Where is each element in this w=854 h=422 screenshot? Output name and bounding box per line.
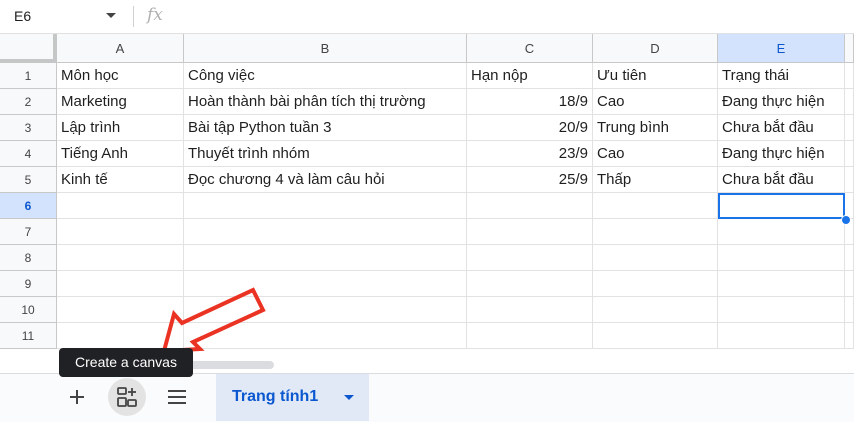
fx-icon: fx xyxy=(147,5,163,25)
cell-d5[interactable]: Thấp xyxy=(593,167,718,193)
column-header-overflow xyxy=(845,34,854,63)
row-header-4[interactable]: 4 xyxy=(0,141,57,167)
cell-overflow xyxy=(845,141,854,167)
cell-overflow xyxy=(845,245,854,271)
cell-a10[interactable] xyxy=(57,297,184,323)
cell-c6[interactable] xyxy=(467,193,593,219)
sheet-tab-label: Trang tính1 xyxy=(232,388,319,405)
cell-d7[interactable] xyxy=(593,219,718,245)
row-header-10[interactable]: 10 xyxy=(0,297,57,323)
cell-b10[interactable] xyxy=(184,297,467,323)
cell-a4[interactable]: Tiếng Anh xyxy=(57,141,184,167)
cell-b4[interactable]: Thuyết trình nhóm xyxy=(184,141,467,167)
cell-a2[interactable]: Marketing xyxy=(57,89,184,115)
selected-cell-outline xyxy=(718,193,845,219)
cell-c5[interactable]: 25/9 xyxy=(467,167,593,193)
cell-b8[interactable] xyxy=(184,245,467,271)
row-header-1[interactable]: 1 xyxy=(0,63,57,89)
cell-e9[interactable] xyxy=(718,271,845,297)
cell-e8[interactable] xyxy=(718,245,845,271)
create-canvas-button[interactable] xyxy=(108,378,146,416)
cell-b1[interactable]: Công việc xyxy=(184,63,467,89)
cell-overflow xyxy=(845,63,854,89)
row-header-9[interactable]: 9 xyxy=(0,271,57,297)
cell-e2[interactable]: Đang thực hiện xyxy=(718,89,845,115)
cell-d9[interactable] xyxy=(593,271,718,297)
row-header-2[interactable]: 2 xyxy=(0,89,57,115)
select-all-corner[interactable] xyxy=(0,34,57,63)
cell-a8[interactable] xyxy=(57,245,184,271)
add-sheet-button[interactable] xyxy=(58,378,96,416)
cell-e11[interactable] xyxy=(718,323,845,349)
cell-a5[interactable]: Kinh tế xyxy=(57,167,184,193)
cell-c10[interactable] xyxy=(467,297,593,323)
cell-c11[interactable] xyxy=(467,323,593,349)
name-box[interactable]: E6 xyxy=(0,0,133,33)
cell-a7[interactable] xyxy=(57,219,184,245)
row-header-11[interactable]: 11 xyxy=(0,323,57,349)
cell-e4[interactable]: Đang thực hiện xyxy=(718,141,845,167)
cell-b9[interactable] xyxy=(184,271,467,297)
cell-overflow xyxy=(845,89,854,115)
name-box-dropdown-icon[interactable] xyxy=(106,13,116,18)
cell-c8[interactable] xyxy=(467,245,593,271)
cell-d3[interactable]: Trung bình xyxy=(593,115,718,141)
cell-d6[interactable] xyxy=(593,193,718,219)
cell-c2[interactable]: 18/9 xyxy=(467,89,593,115)
cell-b2[interactable]: Hoàn thành bài phân tích thị trường xyxy=(184,89,467,115)
cell-b6[interactable] xyxy=(184,193,467,219)
fill-handle[interactable] xyxy=(841,215,851,225)
cell-e5[interactable]: Chưa bắt đầu xyxy=(718,167,845,193)
row-header-8[interactable]: 8 xyxy=(0,245,57,271)
cell-d2[interactable]: Cao xyxy=(593,89,718,115)
cell-a3[interactable]: Lập trình xyxy=(57,115,184,141)
all-sheets-button[interactable] xyxy=(158,378,196,416)
cell-b5[interactable]: Đọc chương 4 và làm câu hỏi xyxy=(184,167,467,193)
cell-c3[interactable]: 20/9 xyxy=(467,115,593,141)
formula-bar: E6 fx xyxy=(0,0,854,34)
cell-c7[interactable] xyxy=(467,219,593,245)
column-header-e[interactable]: E xyxy=(718,34,845,63)
cell-b3[interactable]: Bài tập Python tuần 3 xyxy=(184,115,467,141)
cell-c1[interactable]: Hạn nộp xyxy=(467,63,593,89)
cell-e7[interactable] xyxy=(718,219,845,245)
cell-c9[interactable] xyxy=(467,271,593,297)
cell-a9[interactable] xyxy=(57,271,184,297)
cell-b11[interactable] xyxy=(184,323,467,349)
cell-d11[interactable] xyxy=(593,323,718,349)
cell-overflow xyxy=(845,115,854,141)
cell-b7[interactable] xyxy=(184,219,467,245)
cell-e10[interactable] xyxy=(718,297,845,323)
cell-overflow xyxy=(845,297,854,323)
row-header-7[interactable]: 7 xyxy=(0,219,57,245)
caret-down-icon[interactable] xyxy=(344,395,354,400)
column-header-c[interactable]: C xyxy=(467,34,593,63)
cell-overflow xyxy=(845,167,854,193)
cell-overflow xyxy=(845,323,854,349)
name-box-value: E6 xyxy=(14,8,32,24)
cell-a6[interactable] xyxy=(57,193,184,219)
cell-d10[interactable] xyxy=(593,297,718,323)
column-header-b[interactable]: B xyxy=(184,34,467,63)
cell-e3[interactable]: Chưa bắt đầu xyxy=(718,115,845,141)
cell-d1[interactable]: Ưu tiên xyxy=(593,63,718,89)
cell-overflow xyxy=(845,271,854,297)
sheet-tab-trang-tinh1[interactable]: Trang tính1 xyxy=(216,374,369,421)
column-header-d[interactable]: D xyxy=(593,34,718,63)
row-header-6[interactable]: 6 xyxy=(0,193,57,219)
cell-a1[interactable]: Môn học xyxy=(57,63,184,89)
cell-e1[interactable]: Trạng thái xyxy=(718,63,845,89)
formula-bar-divider xyxy=(133,6,134,27)
cell-d8[interactable] xyxy=(593,245,718,271)
row-header-3[interactable]: 3 xyxy=(0,115,57,141)
row-header-5[interactable]: 5 xyxy=(0,167,57,193)
cell-d4[interactable]: Cao xyxy=(593,141,718,167)
column-header-a[interactable]: A xyxy=(57,34,184,63)
canvas-icon xyxy=(117,387,137,407)
create-canvas-tooltip: Create a canvas xyxy=(59,348,193,377)
cell-c4[interactable]: 23/9 xyxy=(467,141,593,167)
cell-a11[interactable] xyxy=(57,323,184,349)
